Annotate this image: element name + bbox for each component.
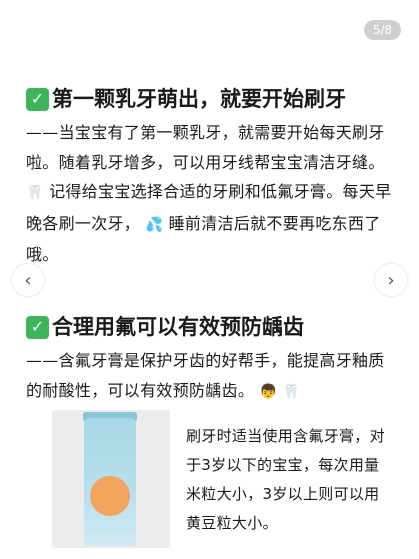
chevron-left-icon: ‹ xyxy=(24,269,32,291)
page-indicator: 5/8 xyxy=(363,20,401,40)
child-face-icon: 👦 xyxy=(259,383,278,400)
section-heading: ✓ 合理用氟可以有效预防龋齿 xyxy=(26,312,396,342)
section-first-tooth: ✓ 第一颗乳牙萌出，就要开始刷牙 ——当宝宝有了第一颗乳牙，就需要开始每天刷牙啦… xyxy=(26,84,396,270)
check-mark-icon: ✓ xyxy=(26,87,49,111)
toothpaste-label xyxy=(90,476,130,516)
toothpaste-image xyxy=(52,410,170,548)
tooth-icon: 🦷 xyxy=(26,185,44,201)
section-title: 合理用氟可以有效预防龋齿 xyxy=(52,315,304,339)
section-paragraph: ——含氟牙膏是保护牙齿的好帮手，能提高牙釉质的耐酸性，可以有效预防龋齿。 👦 🦷 xyxy=(26,346,396,407)
paragraph-text: ——当宝宝有了第一颗乳牙，就需要开始每天刷牙啦。随着乳牙增多，可以用牙线帮宝宝清… xyxy=(26,123,385,172)
section-paragraph: ——当宝宝有了第一颗乳牙，就需要开始每天刷牙啦。随着乳牙增多，可以用牙线帮宝宝清… xyxy=(26,118,396,270)
section-heading: ✓ 第一颗乳牙萌出，就要开始刷牙 xyxy=(26,84,396,114)
tooth-icon: 🦷 xyxy=(282,383,301,400)
section-title: 第一颗乳牙萌出，就要开始刷牙 xyxy=(52,87,346,111)
paragraph-text: ——含氟牙膏是保护牙齿的好帮手，能提高牙釉质的耐酸性，可以有效预防龋齿。 xyxy=(26,351,385,400)
droplets-icon: 💦 xyxy=(145,216,164,233)
dosage-note: 刷牙时适当使用含氟牙膏，对于3岁以下的宝宝，每次用量米粒大小，3岁以上则可以用黄… xyxy=(186,427,385,532)
toothpaste-tube xyxy=(84,418,136,546)
check-mark-icon: ✓ xyxy=(26,315,49,339)
section-fluoride: ✓ 合理用氟可以有效预防龋齿 ——含氟牙膏是保护牙齿的好帮手，能提高牙釉质的耐酸… xyxy=(26,312,396,407)
chevron-right-icon: › xyxy=(387,269,395,291)
